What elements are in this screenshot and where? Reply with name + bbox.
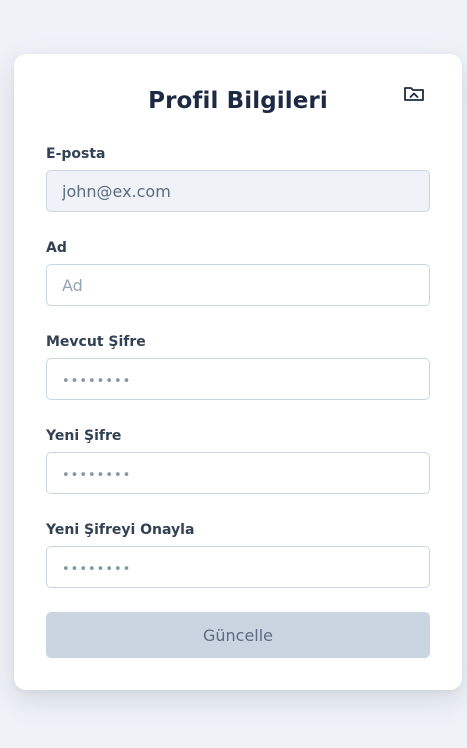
folder-open-icon[interactable] xyxy=(403,84,425,102)
name-field[interactable] xyxy=(46,264,430,306)
name-label: Ad xyxy=(46,240,67,256)
update-button[interactable]: Güncelle xyxy=(46,612,430,658)
confirm-password-label: Yeni Şifreyi Onayla xyxy=(46,522,195,538)
new-password-field[interactable] xyxy=(46,452,430,494)
email-label: E-posta xyxy=(46,146,106,162)
confirm-password-field[interactable] xyxy=(46,546,430,588)
current-password-field[interactable] xyxy=(46,358,430,400)
profile-card: Profil Bilgileri E-posta Ad Mevcut Şifre… xyxy=(14,54,462,690)
page-title: Profil Bilgileri xyxy=(148,88,328,114)
new-password-label: Yeni Şifre xyxy=(46,428,122,444)
current-password-label: Mevcut Şifre xyxy=(46,334,146,350)
email-field[interactable] xyxy=(46,170,430,212)
